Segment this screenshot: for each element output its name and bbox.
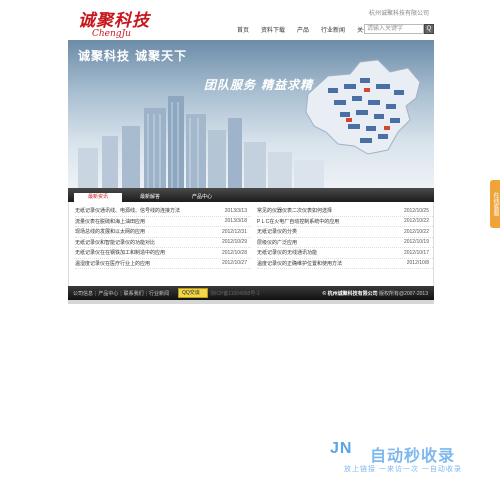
online-service-float[interactable]: 在线客服	[490, 180, 500, 228]
news-title: 流量仪表在脱硫和海上油田应用	[75, 218, 146, 225]
news-tab-bar: 最新资讯 最新解答 产品中心	[68, 188, 434, 202]
qq-chat-button[interactable]: QQ交谈	[178, 288, 208, 298]
watermark-title: 自动秒收录	[370, 448, 456, 465]
search-button[interactable]: Q	[424, 24, 434, 34]
news-title: 现场总线的发展和以太网的应用	[75, 229, 146, 236]
news-title: P L C在火电厂自动控制系统中的应用	[257, 218, 340, 225]
news-date: 2012/10/17	[403, 249, 429, 256]
tab-product-center[interactable]: 产品中心	[178, 193, 226, 202]
watermark-subtitle: 放上链接 一来访一次 一自动收录	[344, 466, 462, 473]
news-date: 2012/10/27	[221, 260, 247, 267]
news-title: 温湿度记录仪在医疗行业上的应用	[75, 260, 151, 267]
news-title: 温度记录仪的正确维护位置和使用方法	[257, 260, 343, 267]
news-title: 层级仪的广泛应用	[257, 239, 298, 246]
city-skyline-illustration	[78, 96, 324, 188]
nav-home[interactable]: 首页	[231, 25, 255, 34]
news-date: 2012/10/29	[221, 239, 247, 246]
news-row[interactable]: 层级仪的广泛应用 2012/10/19	[257, 238, 433, 248]
news-date: 2012/10/28	[221, 249, 247, 256]
site-header: 诚聚科技 ChengJu 杭州诚聚科技有限公司 首页 资料下载 产品 行业新闻 …	[68, 0, 434, 40]
copyright-years: 版权所有@2007-2013	[379, 291, 428, 297]
nav-downloads[interactable]: 资料下载	[255, 25, 291, 34]
news-row[interactable]: 无纸记录仪在在钢铁加工和制造中的应用 2012/10/28	[75, 248, 251, 259]
news-date: 2012/12/31	[221, 228, 247, 235]
footer-separator: |	[120, 291, 122, 297]
copyright: © 杭州诚聚科技有限公司 版权所有@2007-2013	[323, 290, 428, 297]
news-row[interactable]: 无纸记录仪和智能记录仪的功能对比 2012/10/29	[75, 238, 251, 248]
news-date: 2012/10/22	[403, 228, 429, 235]
news-title: 无纸记录仪通讯线、电源线、信号线的连接方法	[75, 208, 181, 215]
news-title: 无纸记录仪的分类	[257, 229, 298, 236]
footer-separator: |	[145, 291, 147, 297]
news-date: 2013/3/13	[224, 207, 247, 214]
footer-link-products[interactable]: 产品中心	[98, 291, 118, 297]
site-footer: 公司信息 | 产品中心 | 联系我们 | 行业新闻 QQ交谈 浙ICP备11004958号-…	[68, 286, 434, 300]
news-row[interactable]: P L C在火电厂自动控制系统中的应用 2012/10/22	[257, 217, 433, 227]
news-row[interactable]: 温度记录仪的正确维护位置和使用方法 2012/10/8	[257, 259, 433, 269]
footer-separator: |	[95, 291, 97, 297]
news-row[interactable]: 常见的仪器仪表二次仪表如何选择 2012/10/25	[257, 206, 433, 217]
logo-cn-text: 诚聚科技	[78, 11, 150, 31]
news-title: 常见的仪器仪表二次仪表如何选择	[257, 208, 333, 215]
news-date: 2012/10/8	[406, 260, 429, 267]
footer-link-contact[interactable]: 联系我们	[124, 291, 144, 297]
news-row[interactable]: 无纸记录仪的无线通讯功能 2012/10/17	[257, 248, 433, 259]
news-panel: 无纸记录仪通讯线、电源线、信号线的连接方法 2013/3/13 流量仪表在脱硫和海…	[68, 202, 434, 286]
news-title: 无纸记录仪的无线通讯功能	[257, 250, 318, 257]
news-row[interactable]: 无纸记录仪通讯线、电源线、信号线的连接方法 2013/3/13	[75, 206, 251, 217]
banner-title: 诚聚科技 诚聚天下	[78, 49, 188, 63]
china-map-illustration	[305, 59, 421, 155]
site-logo[interactable]: 诚聚科技 ChengJu	[78, 6, 150, 39]
nav-products[interactable]: 产品	[291, 25, 315, 34]
news-row[interactable]: 无纸记录仪的分类 2012/10/22	[257, 227, 433, 238]
news-row[interactable]: 流量仪表在脱硫和海上油田应用 2013/3/18	[75, 217, 251, 227]
news-list-right: 常见的仪器仪表二次仪表如何选择 2012/10/25 P L C在火电厂自动控制系…	[257, 206, 433, 269]
news-date: 2012/10/25	[403, 207, 429, 214]
watermark-logo: JN	[330, 440, 353, 457]
news-title: 无纸记录仪在在钢铁加工和制造中的应用	[75, 250, 166, 257]
hero-banner: 诚聚科技 诚聚天下 团队服务 精益求精	[68, 40, 434, 188]
news-row[interactable]: 温湿度记录仪在医疗行业上的应用 2012/10/27	[75, 259, 251, 269]
icp-record: 浙ICP备11004958号-1	[210, 291, 260, 297]
footer-link-company[interactable]: 公司信息	[73, 291, 93, 297]
news-date: 2012/10/22	[403, 218, 429, 225]
watermark: JN 自动秒收录 放上链接 一来访一次 一自动收录	[330, 440, 480, 480]
copyright-company: © 杭州诚聚科技有限公司	[322, 291, 378, 297]
news-row[interactable]: 现场总线的发展和以太网的应用 2012/12/31	[75, 227, 251, 238]
news-date: 2013/3/18	[224, 218, 247, 225]
news-title: 无纸记录仪和智能记录仪的功能对比	[75, 239, 156, 246]
news-date: 2012/10/19	[403, 239, 429, 246]
tab-latest-news[interactable]: 最新资讯	[74, 193, 122, 202]
news-list-left: 无纸记录仪通讯线、电源线、信号线的连接方法 2013/3/13 流量仪表在脱硫和海…	[75, 206, 251, 269]
nav-industry-news[interactable]: 行业新闻	[315, 25, 351, 34]
search-input[interactable]: 请输入关键字	[364, 24, 424, 34]
footer-links: 公司信息 | 产品中心 | 联系我们 | 行业新闻	[73, 290, 169, 297]
tab-latest-answers[interactable]: 最新解答	[126, 193, 174, 202]
page: 诚聚科技 ChengJu 杭州诚聚科技有限公司 首页 资料下载 产品 行业新闻 …	[0, 0, 500, 500]
company-name-top: 杭州诚聚科技有限公司	[368, 11, 429, 17]
footer-link-news[interactable]: 行业新闻	[149, 291, 169, 297]
footer-bottom-strip	[68, 300, 434, 304]
